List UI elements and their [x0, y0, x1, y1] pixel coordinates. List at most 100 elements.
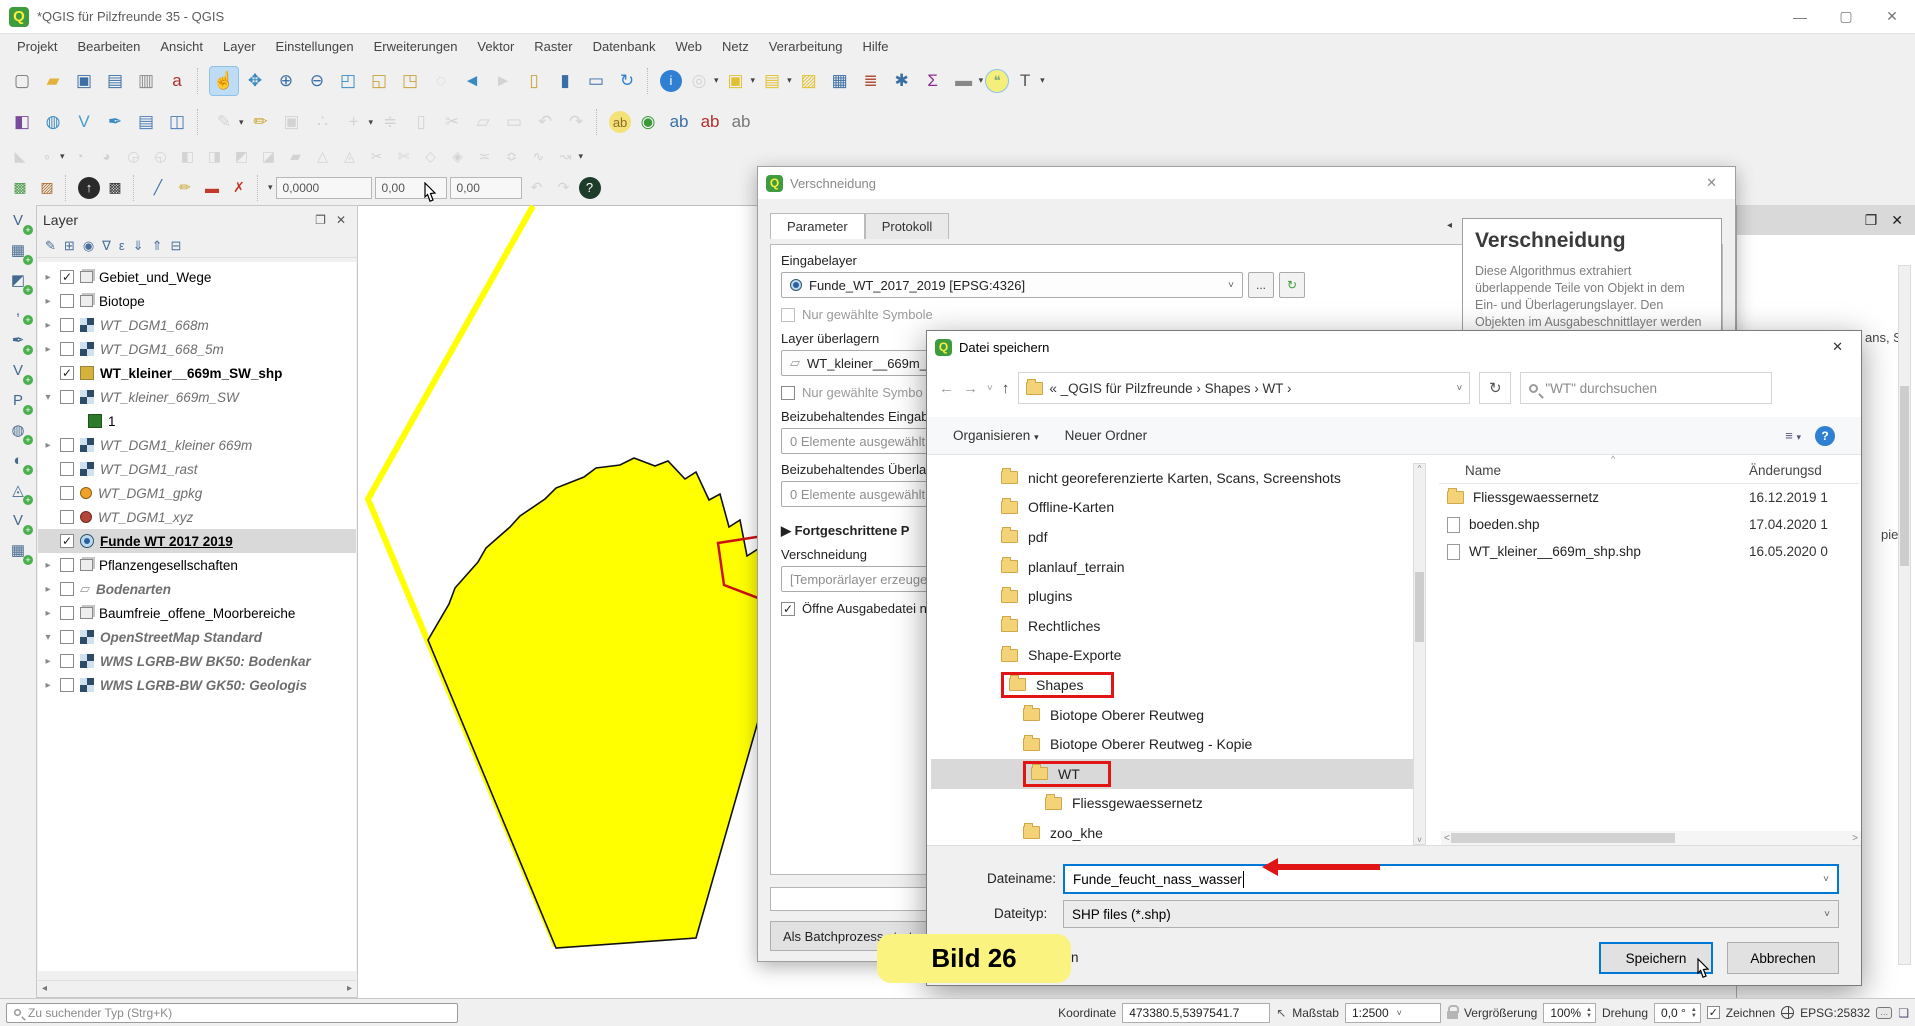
nav-back-icon[interactable]: ← — [939, 380, 954, 397]
offset-point-symbol-icon[interactable]: ≎ — [500, 144, 524, 168]
checkbox-unchecked[interactable] — [781, 308, 795, 322]
copy-features-icon[interactable]: ▱ — [469, 108, 497, 136]
delete-part-icon[interactable]: ▰ — [284, 144, 308, 168]
map-theme-edit-icon[interactable]: ▨ — [35, 176, 59, 200]
expander-icon[interactable]: ▸ — [42, 584, 54, 595]
merge-features-icon[interactable]: ◇ — [419, 144, 443, 168]
copy-move-feature-icon[interactable]: ◕ — [95, 144, 119, 168]
merge-attributes-icon[interactable]: ◈ — [446, 144, 470, 168]
dropdown-caret-icon[interactable]: ▾ — [239, 117, 244, 128]
menu-hilfe[interactable]: Hilfe — [853, 36, 897, 57]
zoom-last-icon[interactable]: ◄ — [458, 67, 486, 95]
panel-close-icon[interactable]: ✕ — [331, 213, 351, 227]
layer-item[interactable]: ✓WT_kleiner__669m_SW_shp — [38, 361, 356, 385]
show-bookmarks-icon[interactable]: ▮ — [551, 67, 579, 95]
menu-einstellungen[interactable]: Einstellungen — [267, 36, 363, 57]
add-wcs-icon[interactable]: ◐+ — [6, 448, 30, 472]
close-icon[interactable]: ✕ — [1696, 175, 1727, 191]
trim-extend-icon[interactable]: ∿ — [527, 144, 551, 168]
menu-ansicht[interactable]: Ansicht — [151, 36, 212, 57]
zoom-next-icon[interactable]: ► — [489, 67, 517, 95]
layer-visibility-checkbox[interactable]: ✓ — [60, 366, 74, 380]
vertex-tool-icon[interactable]: + — [340, 108, 368, 136]
georeferencer-map-icon[interactable]: ▩ — [8, 176, 32, 200]
redo-small-icon[interactable]: ↷ — [552, 176, 576, 200]
save-button[interactable]: Speichern — [1599, 942, 1713, 974]
eraser-tool-icon[interactable]: ▬ — [200, 176, 224, 200]
add-raster-layer-icon[interactable]: ▦+ — [6, 238, 30, 262]
extents-toggle-icon[interactable]: ↖ — [1276, 1006, 1286, 1020]
dropdown-caret-icon[interactable]: ▾ — [979, 75, 984, 86]
folder-tree-item[interactable]: zoo_khe — [931, 818, 1417, 847]
file-list-row[interactable]: WT_kleiner__669m_shp.shp16.05.2020 0 — [1439, 538, 1859, 565]
log-panel-icon[interactable]: ❏ — [1898, 1006, 1909, 1020]
layer-visibility-checkbox[interactable] — [60, 342, 74, 356]
spin-arrows-icon[interactable]: ▲▼ — [1691, 1007, 1697, 1019]
folder-tree-item[interactable]: Offline-Karten — [931, 493, 1417, 523]
reshape-features-icon[interactable]: △ — [311, 144, 335, 168]
folder-tree-item[interactable]: Shapes — [931, 670, 1417, 700]
nav-forward-icon[interactable]: → — [963, 380, 978, 397]
layer-item[interactable]: ▸WT_DGM1_kleiner 669m — [38, 433, 356, 457]
checkbox-checked[interactable]: ✓ — [781, 602, 795, 616]
datasource-manager-icon[interactable]: ◧ — [8, 108, 36, 136]
simplify-feature-icon[interactable]: ◵ — [149, 144, 173, 168]
measure-line-icon[interactable]: ▬ — [950, 67, 978, 95]
refresh-button[interactable]: ↻ — [1479, 372, 1511, 404]
menu-layer[interactable]: Layer — [214, 36, 265, 57]
add-ring-icon[interactable]: ◧ — [176, 144, 200, 168]
color-dropper-icon[interactable]: ╱ — [146, 176, 170, 200]
magnifier-spinbox[interactable]: 100%▲▼ — [1543, 1003, 1596, 1023]
modify-attributes-icon[interactable]: ≑ — [376, 108, 404, 136]
coord-x-field[interactable]: 0,0000 — [276, 177, 372, 199]
temporal-controller-icon[interactable]: ▭ — [582, 67, 610, 95]
dropdown-caret-icon[interactable]: ▾ — [751, 75, 756, 86]
draw-pencil-icon[interactable]: ✏ — [173, 176, 197, 200]
messages-icon[interactable]: … — [1876, 1007, 1892, 1019]
layer-item[interactable]: WT_DGM1_gpkg — [38, 481, 356, 505]
pan-map-icon[interactable]: ☝ — [210, 67, 238, 95]
expander-icon[interactable]: ▸ — [42, 272, 54, 283]
processing-toolbox-icon[interactable]: ✱ — [888, 67, 916, 95]
expander-icon[interactable]: ▸ — [42, 560, 54, 571]
add-postgis-icon[interactable]: P+ — [6, 388, 30, 412]
move-feature-icon[interactable]: ◔ — [68, 144, 92, 168]
close-icon[interactable]: ✕ — [1822, 339, 1853, 355]
cancel-button[interactable]: Abbrechen — [1727, 942, 1839, 974]
layer-visibility-checkbox[interactable] — [60, 630, 74, 644]
dropdown-caret-icon[interactable]: ▾ — [369, 117, 374, 128]
style-manager-icon[interactable]: a — [163, 67, 191, 95]
advanced-digitizing-icon[interactable]: ◣ — [8, 144, 32, 168]
nav-history-icon[interactable]: ˅ — [987, 383, 993, 394]
file-list-hscrollbar[interactable]: < > — [1441, 831, 1861, 845]
scroll-right-icon[interactable]: > — [1852, 833, 1858, 844]
tab-parameter[interactable]: Parameter — [770, 213, 865, 239]
layer-visibility-checkbox[interactable] — [60, 486, 74, 500]
folder-tree-item[interactable]: nicht georeferenzierte Karten, Scans, Sc… — [931, 463, 1417, 493]
expander-icon[interactable]: ▸ — [42, 296, 54, 307]
cut-features-icon[interactable]: ✂ — [438, 108, 466, 136]
select-raster-area-icon[interactable]: ▩ — [103, 176, 127, 200]
select-by-form-icon[interactable]: ▤ — [758, 67, 786, 95]
layer-visibility-checkbox[interactable] — [60, 390, 74, 404]
statistics-abacus-icon[interactable]: ≣ — [857, 67, 885, 95]
layer-visibility-checkbox[interactable] — [60, 438, 74, 452]
layer-visibility-checkbox[interactable] — [60, 606, 74, 620]
scrollbar[interactable] — [1898, 265, 1911, 965]
filename-input[interactable]: Funde_feucht_nass_wasser ˅ — [1063, 864, 1839, 894]
tab-protokoll[interactable]: Protokoll — [865, 213, 950, 239]
menu-web[interactable]: Web — [666, 36, 711, 57]
folder-tree-item[interactable]: planlauf_terrain — [931, 552, 1417, 582]
menu-verarbeitung[interactable]: Verarbeitung — [760, 36, 852, 57]
manage-map-themes-icon[interactable]: ◉ — [83, 238, 94, 254]
panel-float-icon[interactable]: ❐ — [1865, 212, 1878, 229]
crs-globe-icon[interactable] — [1781, 1006, 1794, 1019]
dropdown-caret-icon[interactable]: ▾ — [60, 151, 65, 162]
layer-visibility-checkbox[interactable] — [60, 582, 74, 596]
delete-ring-icon[interactable]: ◪ — [257, 144, 281, 168]
folder-tree-item[interactable]: plugins — [931, 581, 1417, 611]
layer-item[interactable]: 1 — [38, 409, 356, 433]
zoom-to-layer-icon[interactable]: ◱ — [365, 67, 393, 95]
expander-icon[interactable]: ▸ — [42, 344, 54, 355]
layer-item[interactable]: ▾WT_kleiner_669m_SW — [38, 385, 356, 409]
